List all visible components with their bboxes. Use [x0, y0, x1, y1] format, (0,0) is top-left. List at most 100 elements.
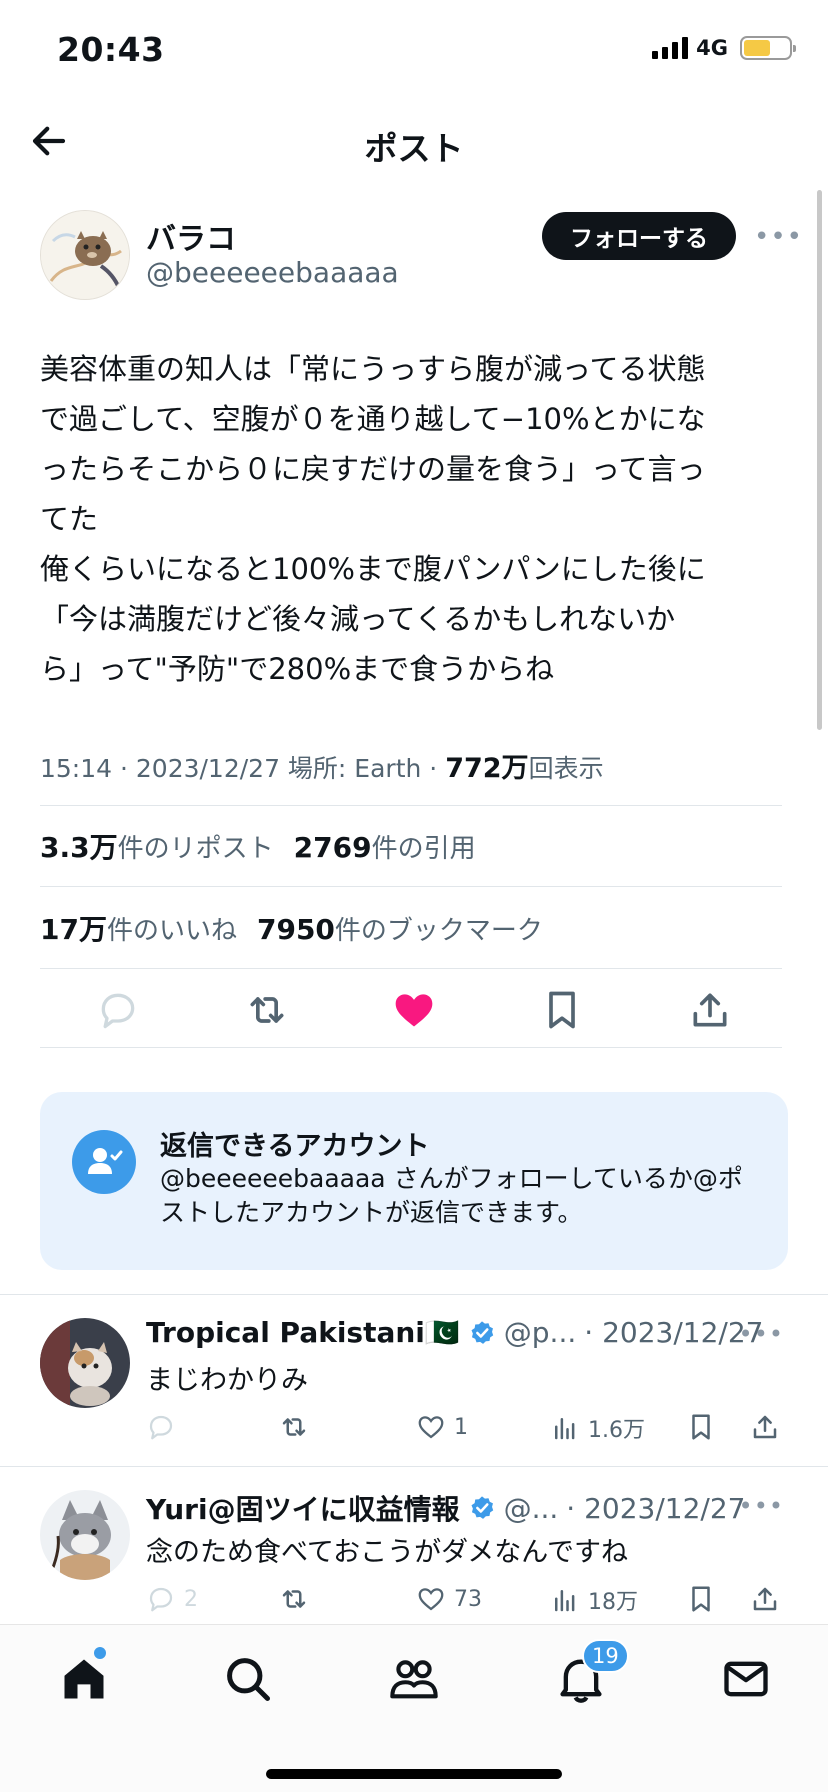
reply-share-action[interactable] — [750, 1584, 780, 1614]
reply-share-action[interactable] — [750, 1412, 780, 1442]
reply-icon[interactable] — [96, 988, 140, 1032]
reply-handle[interactable]: @p... — [504, 1316, 576, 1349]
signal-icon — [652, 37, 689, 59]
reply-text: まじわかりみ — [146, 1365, 308, 1396]
post-line: ったらそこから０に戻すだけの量を食う」って言っ — [40, 452, 706, 486]
reposts-stat[interactable]: 3.3万件のリポスト — [40, 831, 274, 864]
author-avatar[interactable] — [40, 210, 130, 300]
post-line: 俺くらいになると100%まで腹パンパンにした後に — [40, 552, 706, 586]
reply-repost-action[interactable] — [279, 1584, 309, 1614]
status-indicators: 4G — [652, 36, 796, 60]
reply-icon — [149, 1587, 173, 1612]
post-author: バラコ @beeeeeebaaaaa フォローする ••• — [40, 210, 802, 300]
network-type: 4G — [696, 36, 728, 60]
author-name[interactable]: バラコ — [146, 214, 236, 258]
post-text: 美容体重の知人は「常にうっすら腹が減ってる状態 で過ごして、空腹が０を通り越して… — [40, 344, 785, 694]
reply-more-icon[interactable]: ••• — [739, 1320, 784, 1348]
follow-button[interactable]: フォローする — [542, 212, 736, 260]
search-icon[interactable] — [222, 1653, 274, 1705]
repost-icon — [282, 1590, 306, 1608]
reply-restriction-description: @beeeeeebaaaaa さんがフォローしているか@ポストしたアカウントが返… — [160, 1164, 743, 1227]
messages-icon[interactable] — [720, 1653, 772, 1705]
reply-date: · 2023/12/27 — [584, 1316, 764, 1349]
reply-comment-action[interactable] — [146, 1412, 184, 1442]
status-time: 20:43 — [57, 30, 165, 69]
divider — [40, 968, 782, 969]
view-count: 18万 — [588, 1590, 638, 1615]
view-count: 1.6万 — [588, 1418, 645, 1443]
scrollbar[interactable] — [817, 190, 822, 730]
home-indicator[interactable] — [266, 1769, 562, 1779]
reply-views-action[interactable]: 18万 — [550, 1584, 638, 1616]
more-options-icon[interactable]: ••• — [754, 222, 803, 252]
author-handle[interactable]: @beeeeeebaaaaa — [146, 256, 399, 289]
bookmark-icon — [692, 1414, 710, 1440]
post-line: 美容体重の知人は「常にうっすら腹が減ってる状態 — [40, 352, 706, 386]
analytics-icon — [555, 1590, 575, 1612]
top-header: ポスト — [0, 100, 828, 180]
reply-actions: 1 1.6万 — [146, 1412, 786, 1452]
bookmarks-stat[interactable]: 7950件のブックマーク — [257, 913, 543, 946]
home-icon[interactable] — [58, 1653, 110, 1705]
bottom-tab-bar: 19 — [0, 1624, 828, 1792]
divider — [40, 886, 782, 887]
battery-icon — [740, 36, 796, 60]
bookmark-icon[interactable] — [540, 988, 584, 1032]
reply-text: 念のため食べておこうがダメなんですね — [146, 1537, 628, 1568]
share-icon — [753, 1587, 777, 1611]
post-line: で過ごして、空腹が０を通り越して−10%とかにな — [40, 402, 706, 436]
repost-icon[interactable] — [245, 988, 289, 1032]
reply-header: Tropical Pakistani🇵🇰 @p... · 2023/12/27 — [146, 1316, 763, 1349]
reply-comment-action[interactable]: 2 — [146, 1584, 198, 1614]
status-bar: 20:43 4G — [0, 0, 828, 100]
communities-icon[interactable] — [388, 1653, 440, 1705]
reply-avatar[interactable] — [40, 1318, 130, 1408]
like-icon[interactable] — [392, 988, 436, 1032]
user-check-icon — [72, 1130, 136, 1194]
share-icon — [753, 1415, 777, 1439]
like-count: 1 — [454, 1414, 468, 1440]
reply-date: · 2023/12/27 — [566, 1491, 746, 1525]
divider — [40, 1047, 782, 1048]
reply-views-action[interactable]: 1.6万 — [550, 1412, 645, 1444]
view-label: 回表示 — [528, 754, 604, 783]
post-line: てた — [40, 502, 99, 536]
like-count: 73 — [454, 1586, 482, 1612]
reply-like-action[interactable]: 73 — [416, 1584, 482, 1614]
page-title: ポスト — [364, 129, 464, 168]
reply-repost-action[interactable] — [279, 1412, 309, 1442]
reply-author-name[interactable]: Tropical Pakistani🇵🇰 — [146, 1316, 460, 1349]
analytics-icon — [555, 1418, 575, 1440]
share-icon[interactable] — [688, 988, 732, 1032]
bookmark-icon — [692, 1586, 710, 1612]
reply-item[interactable]: Tropical Pakistani🇵🇰 @p... · 2023/12/27 … — [0, 1294, 828, 1466]
reply-like-action[interactable]: 1 — [416, 1412, 468, 1442]
reply-icon — [149, 1415, 173, 1440]
verified-badge-icon — [471, 1320, 493, 1344]
heart-outline-icon — [418, 1588, 444, 1611]
post-line: ら」って"予防"で280%まで食うからね — [40, 652, 555, 686]
post-actions — [40, 978, 782, 1048]
quotes-stat[interactable]: 2769件の引用 — [294, 831, 476, 864]
reply-restriction-title: 返信できるアカウント — [160, 1131, 430, 1162]
like-bookmark-stats: 17万件のいいね 7950件のブックマーク — [40, 908, 543, 948]
post-timestamp: 15:14 · 2023/12/27 場所: Earth · — [40, 754, 446, 783]
reply-count: 2 — [184, 1586, 198, 1612]
notifications-badge: 19 — [582, 1639, 629, 1673]
reply-restriction-card: 返信できるアカウント @beeeeeebaaaaa さんがフォローしているか@ポ… — [40, 1092, 788, 1270]
likes-stat[interactable]: 17万件のいいね — [40, 913, 237, 946]
reply-item[interactable]: Yuri@固ツイに収益情報 @... · 2023/12/27 ••• 念のため… — [0, 1466, 828, 1638]
reply-more-icon[interactable]: ••• — [739, 1492, 784, 1520]
repost-icon — [282, 1418, 306, 1436]
reply-bookmark-action[interactable] — [686, 1584, 716, 1614]
view-count[interactable]: 772万 — [445, 753, 528, 784]
reply-author-name[interactable]: Yuri@固ツイに収益情報 — [146, 1488, 460, 1528]
reply-avatar[interactable] — [40, 1490, 130, 1580]
home-unread-dot — [94, 1647, 106, 1659]
post-meta: 15:14 · 2023/12/27 場所: Earth · 772万回表示 — [40, 746, 604, 785]
reply-handle[interactable]: @... — [504, 1492, 559, 1525]
verified-badge-icon — [471, 1496, 493, 1519]
heart-outline-icon — [418, 1416, 444, 1439]
reply-actions: 2 73 18万 — [146, 1584, 786, 1624]
reply-bookmark-action[interactable] — [686, 1412, 716, 1442]
